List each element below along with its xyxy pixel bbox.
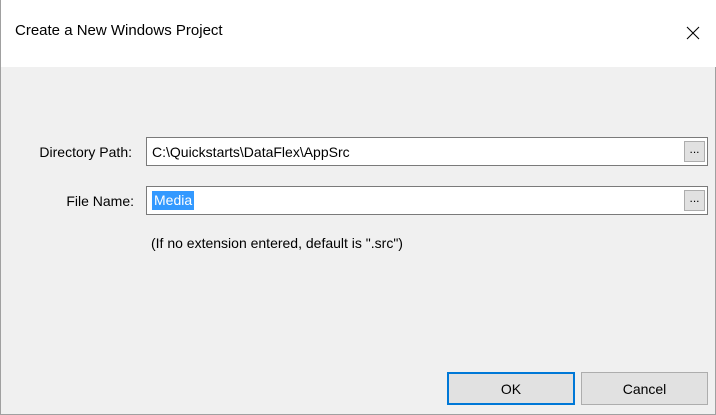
ok-button[interactable]: OK xyxy=(447,372,575,405)
file-name-input[interactable]: Media ... xyxy=(146,186,708,215)
directory-path-value: C:\Quickstarts\DataFlex\AppSrc xyxy=(152,144,350,160)
title-bar: Create a New Windows Project xyxy=(1,0,716,67)
dialog-title: Create a New Windows Project xyxy=(15,22,223,39)
close-icon xyxy=(686,26,700,40)
create-project-dialog: Create a New Windows Project Directory P… xyxy=(0,0,716,415)
file-name-value: Media xyxy=(152,191,195,210)
cancel-button[interactable]: Cancel xyxy=(581,372,708,405)
file-browse-button[interactable]: ... xyxy=(684,190,705,211)
directory-browse-button[interactable]: ... xyxy=(684,141,705,162)
directory-path-input[interactable]: C:\Quickstarts\DataFlex\AppSrc ... xyxy=(146,137,708,166)
directory-path-label: Directory Path: xyxy=(39,144,132,160)
close-button[interactable] xyxy=(677,13,709,53)
file-name-label: File Name: xyxy=(66,193,134,209)
extension-hint: (If no extension entered, default is ".s… xyxy=(151,235,403,251)
